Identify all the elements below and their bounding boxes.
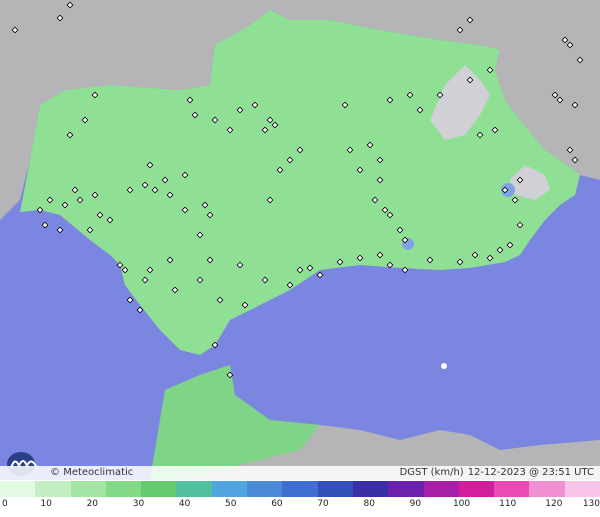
map-caption: DGST (km/h) 12-12-2023 @ 23:51 UTC bbox=[400, 467, 594, 478]
legend-color-bar bbox=[0, 481, 600, 497]
legend-swatch bbox=[176, 481, 212, 497]
legend-swatch bbox=[388, 481, 424, 497]
legend-tick-label: 110 bbox=[499, 499, 517, 509]
legend-swatch bbox=[141, 481, 177, 497]
brand-text: © Meteoclimatic bbox=[50, 467, 134, 478]
legend-swatch bbox=[494, 481, 530, 497]
weather-map-frame: © Meteoclimatic DGST (km/h) 12-12-2023 @… bbox=[0, 0, 600, 517]
legend-swatch bbox=[423, 481, 459, 497]
legend-swatch bbox=[317, 481, 353, 497]
legend-tick-label: 100 bbox=[452, 499, 471, 509]
legend-tick-label: 120 bbox=[545, 499, 563, 509]
legend-ticks: 0 10 20 30 40 50 60 70 80 90 100 110 120 130 bbox=[0, 499, 600, 511]
gust-map bbox=[0, 0, 600, 480]
legend-tick-label: 0 bbox=[2, 499, 8, 509]
legend-swatch bbox=[282, 481, 318, 497]
brand-name: Meteoclimatic bbox=[63, 467, 134, 478]
legend-tick-label: 30 bbox=[132, 499, 145, 509]
legend-tick-label: 70 bbox=[317, 499, 329, 509]
legend-swatch bbox=[0, 481, 36, 497]
legend-swatch bbox=[247, 481, 283, 497]
legend-swatch bbox=[35, 481, 71, 497]
legend-swatch bbox=[105, 481, 142, 497]
map-info-bar: © Meteoclimatic DGST (km/h) 12-12-2023 @… bbox=[0, 466, 600, 480]
legend-swatch bbox=[211, 481, 248, 497]
legend-tick-label: 130 bbox=[582, 499, 600, 509]
legend-tick-label: 40 bbox=[178, 499, 191, 509]
legend-swatch bbox=[564, 481, 600, 497]
legend-swatch bbox=[529, 481, 565, 497]
legend-tick-label: 50 bbox=[225, 499, 237, 509]
legend-swatch bbox=[352, 481, 389, 497]
legend-swatch bbox=[70, 481, 106, 497]
variable-label: DGST (km/h) bbox=[399, 467, 464, 478]
color-legend: 0 10 20 30 40 50 60 70 80 90 100 110 120 130 bbox=[0, 481, 600, 517]
alboran-island bbox=[441, 363, 447, 369]
legend-tick-label: 80 bbox=[363, 499, 375, 509]
timestamp-label: 12-12-2023 @ 23:51 UTC bbox=[467, 467, 594, 478]
legend-tick-label: 60 bbox=[271, 499, 283, 509]
legend-swatch bbox=[458, 481, 495, 497]
legend-tick-label: 20 bbox=[86, 499, 99, 509]
legend-tick-label: 10 bbox=[40, 499, 52, 509]
legend-tick-label: 90 bbox=[409, 499, 422, 509]
